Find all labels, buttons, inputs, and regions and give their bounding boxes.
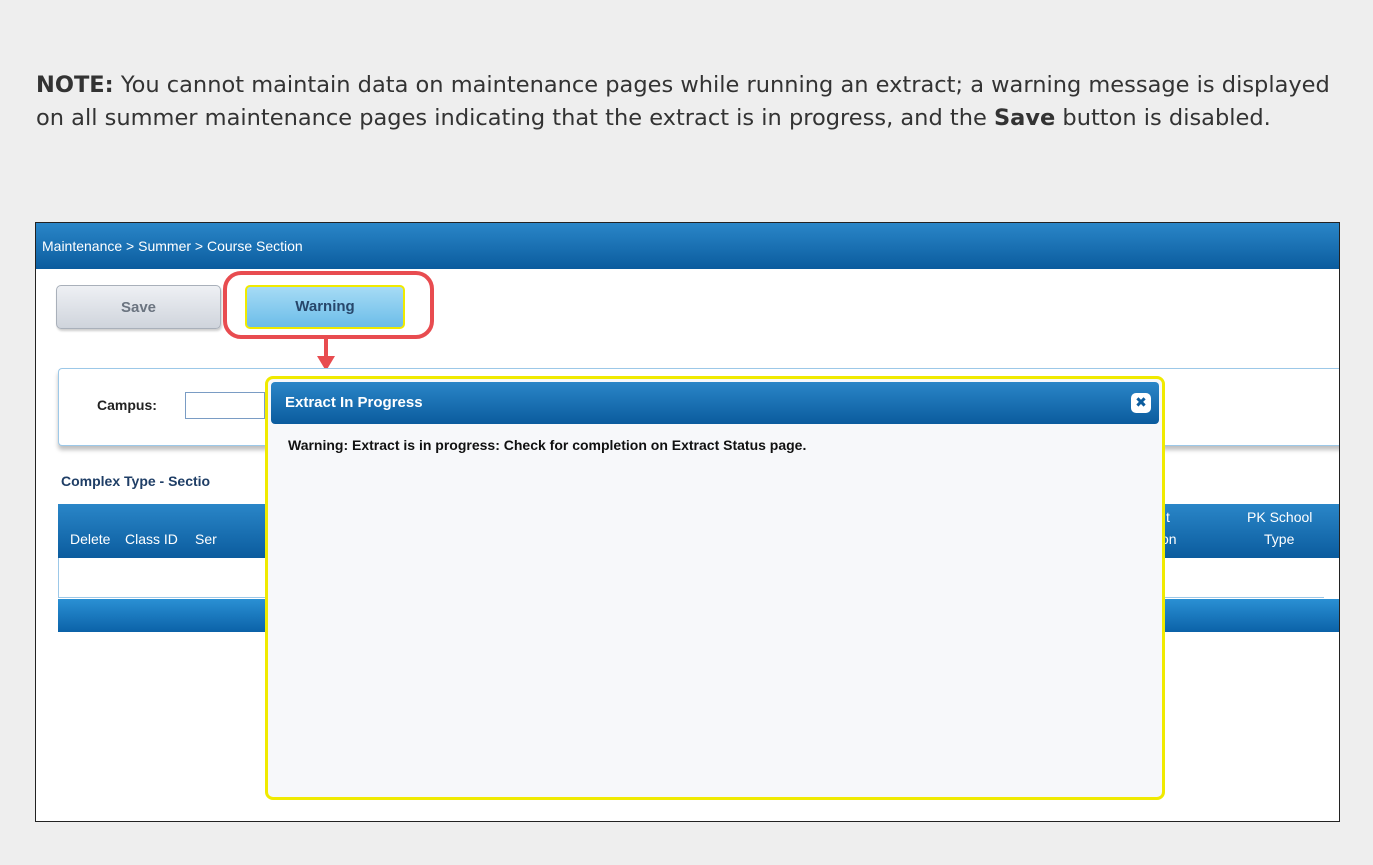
column-delete[interactable]: Delete bbox=[70, 531, 110, 547]
column-pk-school-type[interactable]: Type bbox=[1264, 531, 1294, 547]
callout-arrow-shaft bbox=[324, 338, 328, 358]
close-icon[interactable]: ✖ bbox=[1131, 393, 1151, 413]
breadcrumb: Maintenance > Summer > Course Section bbox=[36, 223, 1339, 269]
dialog-message: Warning: Extract is in progress: Check f… bbox=[288, 437, 807, 453]
extract-in-progress-dialog: Extract In Progress ✖ Warning: Extract i… bbox=[265, 376, 1165, 800]
campus-input[interactable] bbox=[185, 392, 265, 419]
dialog-title-text: Extract In Progress bbox=[285, 394, 423, 411]
note-text-2: button is disabled. bbox=[1055, 105, 1271, 131]
column-ser[interactable]: Ser bbox=[195, 531, 217, 547]
save-button[interactable]: Save bbox=[56, 285, 221, 329]
section-title: Complex Type - Sectio bbox=[61, 473, 211, 489]
note-paragraph: NOTE: You cannot maintain data on mainte… bbox=[36, 69, 1356, 135]
note-bold-word: Save bbox=[993, 105, 1056, 131]
screenshot-frame: Maintenance > Summer > Course Section Sa… bbox=[35, 222, 1340, 822]
dialog-title: Extract In Progress ✖ bbox=[271, 382, 1159, 424]
column-pk-school[interactable]: PK School bbox=[1247, 509, 1312, 525]
column-partial-t[interactable]: t bbox=[1166, 509, 1170, 525]
note-label: NOTE: bbox=[36, 72, 114, 98]
column-class-id[interactable]: Class ID bbox=[125, 531, 178, 547]
highlight-ring bbox=[223, 271, 434, 339]
campus-label: Campus: bbox=[97, 397, 157, 413]
